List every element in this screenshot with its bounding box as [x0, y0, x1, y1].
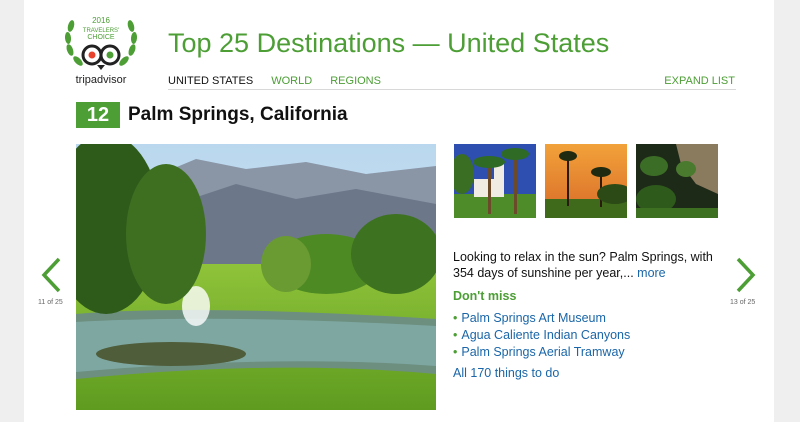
attraction-link[interactable]: Agua Caliente Indian Canyons: [461, 328, 630, 342]
svg-text:CHOICE: CHOICE: [87, 34, 115, 41]
attraction-link[interactable]: Palm Springs Aerial Tramway: [461, 345, 624, 359]
more-link[interactable]: more: [637, 266, 665, 280]
nav-world[interactable]: WORLD: [271, 75, 312, 87]
bullet-icon: •: [453, 311, 458, 325]
all-things-to-do-link[interactable]: All 170 things to do: [453, 366, 559, 380]
nav-regions[interactable]: REGIONS: [330, 75, 381, 87]
destination-description: Looking to relax in the sun? Palm Spring…: [453, 249, 733, 281]
list-item[interactable]: • Palm Springs Aerial Tramway: [453, 344, 630, 361]
bullet-icon: •: [453, 328, 458, 342]
header-divider: [168, 89, 736, 90]
bullet-icon: •: [453, 345, 458, 359]
hero-photo[interactable]: [76, 144, 436, 410]
dont-miss-list: • Palm Springs Art Museum • Agua Caliente …: [453, 310, 630, 361]
description-text: Looking to relax in the sun? Palm Spring…: [453, 250, 713, 280]
dont-miss-heading: Don't miss: [453, 289, 517, 303]
page-title: Top 25 Destinations — United States: [168, 28, 610, 58]
destination-name: Palm Springs, California: [128, 104, 348, 125]
travelers-choice-logo: 2016 TRAVELERS' CHOICE tripadvisor: [60, 8, 142, 90]
nav-united-states[interactable]: UNITED STATES: [168, 75, 253, 87]
region-nav: UNITED STATES WORLD REGIONS: [168, 75, 396, 87]
thumbnail-photo-3[interactable]: [636, 144, 718, 218]
list-item[interactable]: • Agua Caliente Indian Canyons: [453, 327, 630, 344]
thumbnail-photo-1[interactable]: [454, 144, 536, 218]
attraction-link[interactable]: Palm Springs Art Museum: [461, 311, 606, 325]
thumbnail-photo-2[interactable]: [545, 144, 627, 218]
previous-count: 11 of 25: [38, 299, 63, 306]
chevron-right-icon[interactable]: [735, 256, 757, 299]
rank-badge: 12: [76, 102, 120, 128]
svg-text:2016: 2016: [92, 16, 110, 25]
svg-text:tripadvisor: tripadvisor: [76, 74, 127, 86]
expand-list-link[interactable]: EXPAND LIST: [664, 75, 735, 87]
list-item[interactable]: • Palm Springs Art Museum: [453, 310, 630, 327]
owl-logo-icon: [81, 44, 121, 70]
next-count: 13 of 25: [730, 299, 756, 306]
chevron-left-icon[interactable]: [40, 256, 62, 299]
